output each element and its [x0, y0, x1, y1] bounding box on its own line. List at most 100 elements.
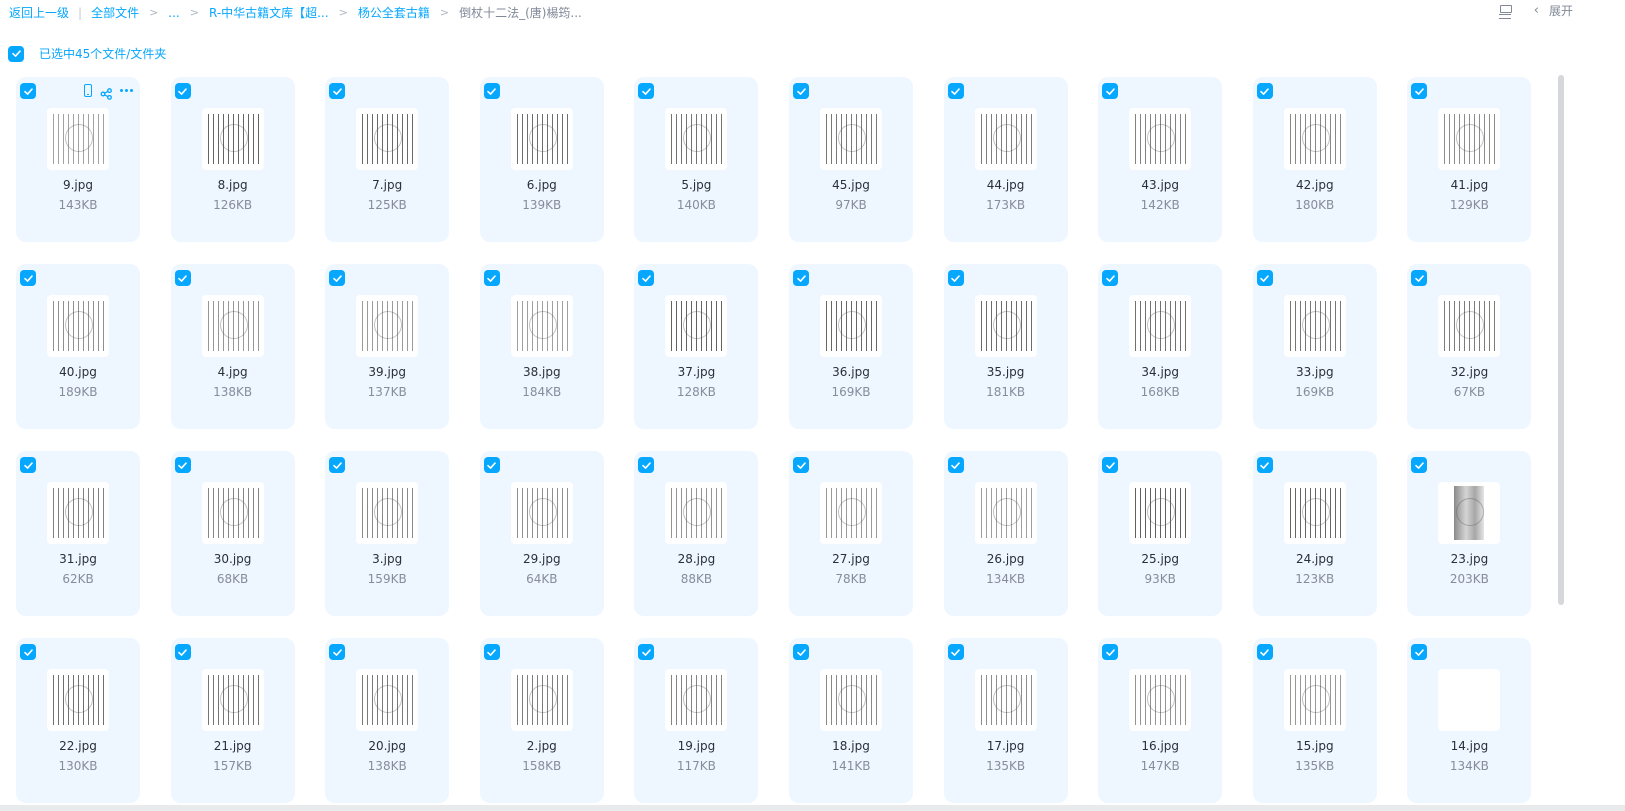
file-card[interactable]: 30.jpg 68KB: [170, 451, 295, 616]
file-checkbox[interactable]: [1102, 83, 1119, 99]
file-card[interactable]: 45.jpg 97KB: [789, 77, 913, 242]
file-checkbox[interactable]: [483, 83, 500, 99]
file-card[interactable]: 29.jpg 64KB: [479, 451, 604, 616]
file-checkbox[interactable]: [947, 644, 964, 660]
select-all-checkbox[interactable]: [8, 45, 24, 62]
file-card[interactable]: 3.jpg 159KB: [325, 451, 450, 616]
file-checkbox[interactable]: [1411, 83, 1428, 99]
file-checkbox[interactable]: [1256, 270, 1273, 286]
file-checkbox[interactable]: [793, 270, 809, 286]
file-checkbox[interactable]: [174, 83, 191, 99]
file-checkbox[interactable]: [20, 457, 36, 473]
file-checkbox[interactable]: [947, 270, 964, 286]
file-checkbox[interactable]: [793, 457, 809, 473]
file-checkbox[interactable]: [638, 270, 655, 286]
file-size: 123KB: [1295, 572, 1335, 586]
file-checkbox[interactable]: [793, 644, 809, 660]
file-card[interactable]: 5.jpg 140KB: [634, 77, 759, 242]
file-card[interactable]: 8.jpg 126KB: [170, 77, 295, 242]
file-checkbox[interactable]: [1102, 644, 1119, 660]
file-checkbox[interactable]: [20, 644, 36, 660]
file-checkbox[interactable]: [638, 644, 655, 660]
file-card[interactable]: 36.jpg 169KB: [789, 264, 913, 429]
file-checkbox[interactable]: [174, 644, 191, 660]
file-card[interactable]: 24.jpg 123KB: [1252, 451, 1377, 616]
file-card[interactable]: 14.jpg 134KB: [1407, 638, 1532, 803]
file-card[interactable]: 25.jpg 93KB: [1098, 451, 1223, 616]
file-checkbox[interactable]: [20, 270, 36, 286]
file-checkbox[interactable]: [947, 83, 964, 99]
file-checkbox[interactable]: [1411, 644, 1428, 660]
phone-icon[interactable]: [84, 84, 92, 97]
file-checkbox[interactable]: [638, 457, 655, 473]
share-icon[interactable]: [100, 85, 112, 100]
file-card[interactable]: 21.jpg 157KB: [170, 638, 295, 803]
file-card[interactable]: 7.jpg 125KB: [325, 77, 450, 242]
file-card[interactable]: 38.jpg 184KB: [479, 264, 604, 429]
file-card[interactable]: 33.jpg 169KB: [1252, 264, 1377, 429]
file-card[interactable]: 20.jpg 138KB: [325, 638, 450, 803]
file-card[interactable]: 32.jpg 67KB: [1407, 264, 1532, 429]
file-checkbox[interactable]: [174, 457, 191, 473]
file-card[interactable]: 28.jpg 88KB: [634, 451, 759, 616]
file-card[interactable]: 23.jpg 203KB: [1407, 451, 1532, 616]
more-icon[interactable]: [120, 88, 134, 93]
file-card[interactable]: 4.jpg 138KB: [170, 264, 295, 429]
file-checkbox[interactable]: [329, 644, 346, 660]
list-view-icon[interactable]: [1498, 4, 1512, 19]
file-card[interactable]: 44.jpg 173KB: [943, 77, 1068, 242]
file-card[interactable]: 37.jpg 128KB: [634, 264, 759, 429]
file-card[interactable]: 41.jpg 129KB: [1407, 77, 1532, 242]
file-card[interactable]: 31.jpg 62KB: [16, 451, 140, 616]
file-card[interactable]: 18.jpg 141KB: [789, 638, 913, 803]
check-icon: [1260, 461, 1270, 469]
file-card[interactable]: 35.jpg 181KB: [943, 264, 1068, 429]
file-size: 184KB: [522, 385, 562, 399]
file-checkbox[interactable]: [1256, 83, 1273, 99]
file-checkbox[interactable]: [1256, 644, 1273, 660]
file-card[interactable]: 39.jpg 137KB: [325, 264, 450, 429]
file-checkbox[interactable]: [1102, 270, 1119, 286]
file-thumbnail: [820, 108, 882, 170]
breadcrumb-all-files[interactable]: 全部文件: [91, 4, 139, 21]
file-checkbox[interactable]: [483, 644, 500, 660]
expand-button[interactable]: 展开: [1549, 2, 1573, 19]
file-card[interactable]: 17.jpg 135KB: [943, 638, 1068, 803]
file-checkbox[interactable]: [793, 83, 809, 99]
file-checkbox[interactable]: [483, 270, 500, 286]
file-card[interactable]: 27.jpg 78KB: [789, 451, 913, 616]
file-card[interactable]: 2.jpg 158KB: [479, 638, 604, 803]
chevron-left-icon[interactable]: ‹: [1534, 3, 1539, 18]
file-card[interactable]: 40.jpg 189KB: [16, 264, 140, 429]
file-checkbox[interactable]: [1411, 270, 1428, 286]
back-link[interactable]: 返回上一级: [9, 4, 69, 21]
file-card[interactable]: 22.jpg 130KB: [16, 638, 140, 803]
file-card[interactable]: 19.jpg 117KB: [634, 638, 759, 803]
file-checkbox[interactable]: [1411, 457, 1428, 473]
file-card[interactable]: 15.jpg 135KB: [1252, 638, 1377, 803]
file-card[interactable]: 34.jpg 168KB: [1098, 264, 1223, 429]
breadcrumb-ellipsis[interactable]: ...: [168, 6, 179, 20]
file-name: 41.jpg: [1450, 178, 1489, 192]
file-checkbox[interactable]: [20, 83, 36, 99]
scrollbar[interactable]: [1558, 75, 1564, 605]
seal-watermark: [219, 685, 248, 713]
file-checkbox[interactable]: [1256, 457, 1273, 473]
file-card[interactable]: 6.jpg 139KB: [479, 77, 604, 242]
file-checkbox[interactable]: [483, 457, 500, 473]
file-checkbox[interactable]: [329, 270, 346, 286]
file-card[interactable]: 43.jpg 142KB: [1098, 77, 1223, 242]
file-checkbox[interactable]: [174, 270, 191, 286]
file-card[interactable]: 42.jpg 180KB: [1252, 77, 1377, 242]
file-checkbox[interactable]: [947, 457, 964, 473]
file-card[interactable]: 16.jpg 147KB: [1098, 638, 1223, 803]
file-checkbox[interactable]: [638, 83, 655, 99]
file-checkbox[interactable]: [329, 457, 346, 473]
breadcrumb-yanggong[interactable]: 杨公全套古籍: [358, 4, 430, 21]
file-card[interactable]: 26.jpg 134KB: [943, 451, 1068, 616]
breadcrumb-library[interactable]: R-中华古籍文库【超...: [209, 4, 329, 21]
check-icon: [332, 87, 342, 95]
file-checkbox[interactable]: [329, 83, 346, 99]
file-checkbox[interactable]: [1102, 457, 1119, 473]
file-card[interactable]: 9.jpg 143KB: [16, 77, 140, 242]
